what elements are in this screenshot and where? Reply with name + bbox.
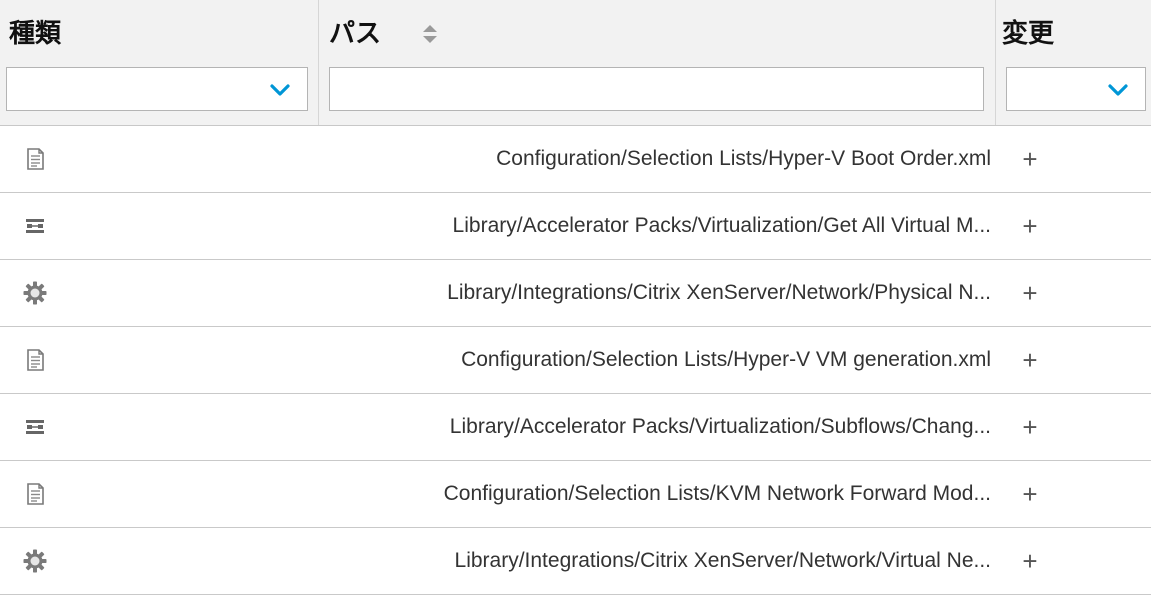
type-filter-dropdown[interactable] xyxy=(6,67,308,111)
row-path-text: Library/Accelerator Packs/Virtualization… xyxy=(452,214,991,237)
add-change-button[interactable]: + xyxy=(1015,345,1045,375)
sort-up-down-icon[interactable] xyxy=(420,23,440,45)
table-row[interactable]: Configuration/Selection Lists/Hyper-V Bo… xyxy=(0,126,1151,193)
chevron-down-icon[interactable] xyxy=(269,83,291,97)
document-icon xyxy=(22,146,48,172)
table-row[interactable]: Library/Integrations/Citrix XenServer/Ne… xyxy=(0,528,1151,595)
document-icon xyxy=(22,347,48,373)
column-type: 種類 xyxy=(0,0,318,125)
column-path: パス xyxy=(318,0,995,125)
changes-grid: 種類 パス 変更 Configuration/Selection Lists/H… xyxy=(0,0,1151,595)
grid-header: 種類 パス 変更 xyxy=(0,0,1151,126)
flow-icon xyxy=(22,414,48,440)
gear-icon xyxy=(22,548,48,574)
add-change-button[interactable]: + xyxy=(1015,144,1045,174)
type-filter-input[interactable] xyxy=(7,68,307,110)
column-type-title[interactable]: 種類 xyxy=(9,16,61,50)
add-change-button[interactable]: + xyxy=(1015,211,1045,241)
column-change-title[interactable]: 変更 xyxy=(1002,16,1054,50)
change-filter-dropdown[interactable] xyxy=(1006,67,1146,111)
row-path-text: Library/Accelerator Packs/Virtualization… xyxy=(449,415,991,438)
path-filter-input[interactable] xyxy=(330,68,983,110)
table-row[interactable]: Library/Integrations/Citrix XenServer/Ne… xyxy=(0,260,1151,327)
add-change-button[interactable]: + xyxy=(1015,479,1045,509)
row-path-text: Configuration/Selection Lists/Hyper-V Bo… xyxy=(496,147,991,170)
column-path-title[interactable]: パス xyxy=(329,16,381,50)
column-change: 変更 xyxy=(995,0,1151,125)
gear-icon xyxy=(22,280,48,306)
row-path-text: Configuration/Selection Lists/Hyper-V VM… xyxy=(461,348,991,371)
table-row[interactable]: Configuration/Selection Lists/Hyper-V VM… xyxy=(0,327,1151,394)
add-change-button[interactable]: + xyxy=(1015,278,1045,308)
table-row[interactable]: Library/Accelerator Packs/Virtualization… xyxy=(0,394,1151,461)
document-icon xyxy=(22,481,48,507)
path-filter-box[interactable] xyxy=(329,67,984,111)
table-row[interactable]: Library/Accelerator Packs/Virtualization… xyxy=(0,193,1151,260)
row-path-text: Library/Integrations/Citrix XenServer/Ne… xyxy=(447,281,991,304)
add-change-button[interactable]: + xyxy=(1015,546,1045,576)
flow-icon xyxy=(22,213,48,239)
row-path-text: Configuration/Selection Lists/KVM Networ… xyxy=(443,482,991,505)
chevron-down-icon[interactable] xyxy=(1107,83,1129,97)
row-path-text: Library/Integrations/Citrix XenServer/Ne… xyxy=(454,549,991,572)
table-row[interactable]: Configuration/Selection Lists/KVM Networ… xyxy=(0,461,1151,528)
add-change-button[interactable]: + xyxy=(1015,412,1045,442)
